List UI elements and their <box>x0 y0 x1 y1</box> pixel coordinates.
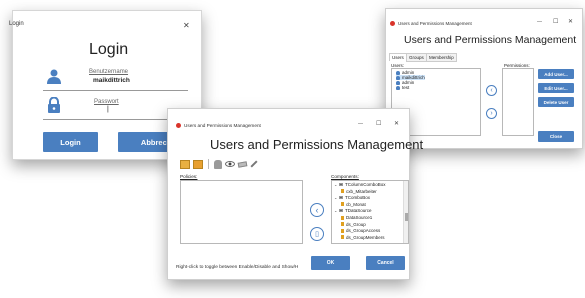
close-icon[interactable]: ✕ <box>568 19 573 25</box>
tree-item-label: TDataSource <box>345 208 372 214</box>
close-icon[interactable]: ✕ <box>394 121 399 127</box>
users-heading: Users and Permissions Management <box>404 34 577 46</box>
user-icon <box>46 68 62 84</box>
user-icon <box>396 70 400 75</box>
policies-heading: Users and Permissions Management <box>210 137 424 152</box>
delete-user-button[interactable]: Delete User <box>538 97 574 107</box>
password-label: Passwort <box>94 99 119 105</box>
close-button[interactable]: Close <box>538 131 574 142</box>
edit-user-button[interactable]: Edit User... <box>538 83 574 93</box>
user-icon <box>396 85 400 90</box>
app-icon <box>176 123 181 128</box>
tab-groups[interactable]: Groups <box>406 53 427 62</box>
users-window: Users and Permissions Management — ☐ ✕ U… <box>385 8 583 149</box>
user-icon <box>396 75 400 80</box>
tree-item-label: ds_GroupAccess <box>346 228 381 234</box>
tree-item[interactable]: ⌄ TComboBox <box>334 195 370 200</box>
separator <box>208 159 209 169</box>
component-icon <box>341 215 344 220</box>
username-field[interactable]: maikdittrich <box>93 77 130 84</box>
tree-item[interactable]: ds_GroupMembers <box>341 235 385 240</box>
username-label: Benutzername <box>89 69 129 75</box>
policies-window-title: Users and Permissions Management <box>184 123 261 128</box>
list-item[interactable]: test <box>396 85 409 90</box>
policies-label: Policies: <box>180 174 198 179</box>
tree-item[interactable]: ds_GroupAccess <box>341 228 380 233</box>
password-field[interactable]: | <box>107 106 109 113</box>
tree-item-label: cb_Monat <box>346 201 366 207</box>
lock-icon[interactable] <box>214 159 222 169</box>
tree-item[interactable]: ⌄ TColumnComboBox <box>334 182 386 187</box>
components-tree[interactable]: ⌄ TColumnComboBox cxb_Mitarbeiter ⌄ TComboBo… <box>331 180 409 244</box>
tree-item[interactable]: ⌄ TDataSource <box>334 208 372 213</box>
tree-item-label: ds_Group <box>346 221 366 227</box>
component-type-icon <box>339 209 343 213</box>
tree-item-label: ds_GroupMembers <box>346 234 385 240</box>
folder-icon[interactable] <box>180 159 190 169</box>
tree-item[interactable]: cxb_Mitarbeiter <box>341 189 377 194</box>
component-icon <box>341 228 344 233</box>
login-button[interactable]: Login <box>43 132 98 152</box>
tab-users[interactable]: Users <box>389 53 407 61</box>
close-icon[interactable]: ✕ <box>183 21 190 30</box>
tree-item[interactable]: DataSource1 <box>341 215 372 220</box>
user-icon <box>396 80 400 85</box>
folder-open-icon[interactable] <box>193 159 203 169</box>
eye-icon[interactable] <box>225 161 235 167</box>
tree-item-label: TColumnComboBox <box>345 182 386 187</box>
policies-window: Users and Permissions Management — ☐ ✕ U… <box>167 108 423 280</box>
maximize-icon[interactable]: ☐ <box>553 19 558 25</box>
login-heading: Login <box>89 41 129 58</box>
hint-text: Right-click to toggle between Enable/Dis… <box>176 265 299 270</box>
maximize-icon[interactable]: ☐ <box>376 121 381 127</box>
wrench-icon[interactable] <box>250 160 258 168</box>
policies-list[interactable] <box>180 180 303 244</box>
component-icon <box>341 189 344 194</box>
ok-button[interactable]: OK <box>311 256 350 270</box>
chevron-right-icon[interactable]: › <box>486 108 497 119</box>
eraser-icon[interactable] <box>237 160 248 168</box>
tree-item-label: DataSource1 <box>346 215 373 220</box>
components-label: Components: <box>331 174 359 179</box>
tab-membership[interactable]: Membership <box>426 53 457 62</box>
tree-item-label: cxb_Mitarbeiter <box>346 188 377 194</box>
user-name: test <box>402 85 410 90</box>
tree-item[interactable]: cb_Monat <box>341 202 366 207</box>
add-user-button[interactable]: Add User... <box>538 69 574 79</box>
component-type-icon <box>339 196 343 200</box>
toolbar <box>180 157 270 171</box>
chevron-left-icon[interactable]: ‹ <box>310 203 324 217</box>
minimize-icon[interactable]: — <box>537 20 542 25</box>
permissions-list[interactable] <box>502 68 534 136</box>
app-icon <box>390 21 395 26</box>
tree-item[interactable]: ds_Group <box>341 222 366 227</box>
component-icon <box>341 202 344 207</box>
component-type-icon <box>339 183 343 186</box>
lock-icon <box>47 96 61 113</box>
login-window-title: Login <box>9 21 24 27</box>
users-window-title: Users and Permissions Management <box>398 21 472 26</box>
scrollbar[interactable] <box>403 181 408 243</box>
scrollbar-thumb[interactable] <box>405 213 408 221</box>
cancel-button[interactable]: Cancel <box>366 256 405 270</box>
username-underline <box>43 90 188 91</box>
trash-icon[interactable]: ▯ <box>310 227 324 241</box>
tree-item-label: TComboBox <box>345 195 371 201</box>
component-icon <box>341 222 344 227</box>
component-icon <box>341 235 344 240</box>
minimize-icon[interactable]: — <box>358 122 363 127</box>
chevron-left-icon[interactable]: ‹ <box>486 85 497 96</box>
